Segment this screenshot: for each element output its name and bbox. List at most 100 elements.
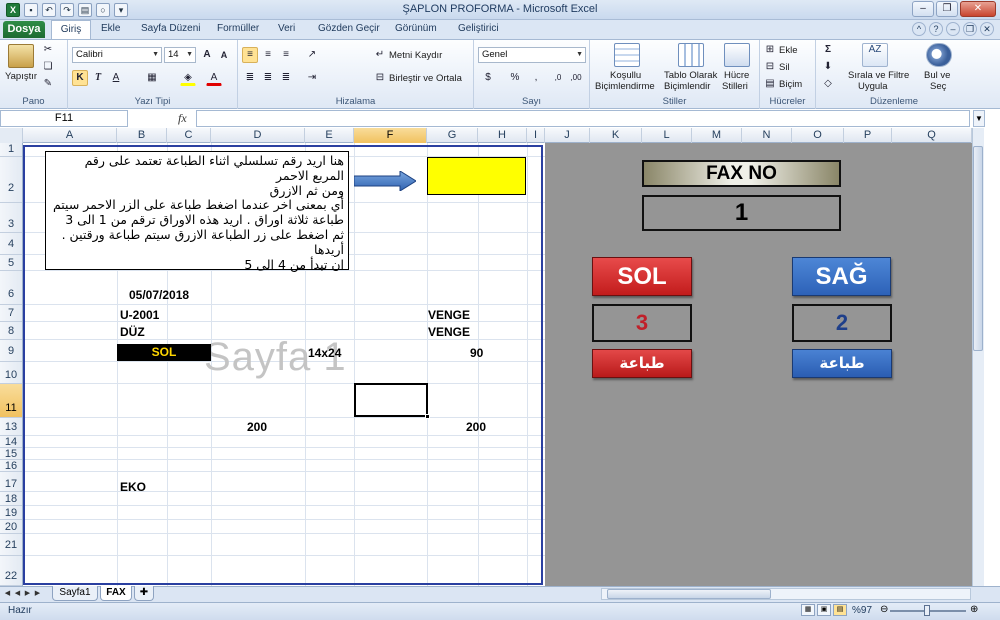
format-as-table-label-1[interactable]: Tablo Olarak — [664, 70, 717, 81]
percent-icon[interactable]: % — [507, 70, 523, 86]
row-header-5[interactable]: 5 — [0, 255, 22, 271]
tab-formulas[interactable]: Formüller — [217, 23, 259, 34]
conditional-formatting-label-2[interactable]: Biçimlendirme — [595, 81, 655, 92]
find-select-icon[interactable] — [926, 43, 952, 67]
close-icon[interactable]: ✕ — [960, 1, 996, 17]
fill-color-icon[interactable]: ◈ — [180, 70, 196, 86]
cell-sol[interactable]: SOL — [117, 344, 211, 361]
yellow-target-cell[interactable] — [427, 157, 526, 195]
paste-icon[interactable] — [8, 44, 34, 68]
format-cells-icon[interactable]: ▤ — [762, 76, 778, 92]
column-header-p[interactable]: P — [844, 128, 892, 143]
column-header-l[interactable]: L — [642, 128, 692, 143]
last-sheet-icon[interactable]: ▶ — [33, 588, 42, 600]
cell-styles-label-1[interactable]: Hücre — [724, 70, 749, 81]
format-cells-button[interactable]: Biçim — [779, 79, 802, 90]
column-header-j[interactable]: J — [545, 128, 590, 143]
column-header-k[interactable]: K — [590, 128, 642, 143]
insert-sheet-icon[interactable]: ✚ — [134, 586, 154, 601]
zoom-in-icon[interactable]: ⊕ — [970, 604, 978, 615]
row-header-7[interactable]: 7 — [0, 305, 22, 322]
column-header-o[interactable]: O — [792, 128, 844, 143]
tab-home[interactable]: Giriş — [51, 20, 91, 40]
grow-font-icon[interactable]: A — [199, 47, 215, 63]
zoom-level[interactable]: %97 — [852, 605, 872, 616]
font-name-select[interactable]: Calibri ▼ — [72, 47, 162, 63]
row-header-8[interactable]: 8 — [0, 322, 22, 340]
expand-formula-bar-icon[interactable]: ▼ — [973, 110, 985, 127]
row-header-1[interactable]: 1 — [0, 143, 22, 157]
row-header-19[interactable]: 19 — [0, 506, 22, 520]
cell-value-200-h[interactable]: 200 — [466, 420, 486, 434]
format-painter-icon[interactable]: ✎ — [40, 76, 56, 92]
tab-file[interactable]: Dosya — [3, 21, 45, 38]
tab-data[interactable]: Veri — [278, 23, 295, 34]
cell-venge-2[interactable]: VENGE — [428, 325, 470, 339]
workbook-close-icon[interactable]: ✕ — [980, 22, 994, 36]
row-header-15[interactable]: 15 — [0, 448, 22, 460]
page-break-preview-icon[interactable]: ▤ — [833, 604, 847, 616]
column-header-h[interactable]: H — [478, 128, 527, 143]
bold-icon[interactable]: K — [72, 70, 88, 86]
orientation-icon[interactable]: ↗ — [304, 47, 320, 63]
conditional-formatting-icon[interactable] — [614, 43, 640, 67]
first-sheet-icon[interactable]: ◀ — [3, 588, 12, 600]
row-header-21[interactable]: 21 — [0, 534, 22, 556]
column-header-d[interactable]: D — [211, 128, 305, 143]
next-sheet-icon[interactable]: ▶ — [23, 588, 32, 600]
column-header-a[interactable]: A — [23, 128, 117, 143]
merge-center-button[interactable]: Birleştir ve Ortala — [389, 73, 462, 84]
tab-review[interactable]: Gözden Geçir — [318, 23, 380, 34]
row-header-11[interactable]: 11 — [0, 384, 22, 418]
row-header-6[interactable]: 6 — [0, 271, 22, 305]
normal-view-icon[interactable]: ▦ — [801, 604, 815, 616]
row-header-3[interactable]: 3 — [0, 203, 22, 233]
row-header-10[interactable]: 10 — [0, 362, 22, 384]
column-header-e[interactable]: E — [305, 128, 354, 143]
insert-function-icon[interactable]: fx — [178, 111, 192, 125]
tab-developer[interactable]: Geliştirici — [458, 23, 499, 34]
insert-cells-icon[interactable]: ⊞ — [762, 42, 778, 58]
column-header-f[interactable]: F — [354, 128, 427, 143]
cell-eko[interactable]: EKO — [120, 480, 146, 494]
right-arrow-shape[interactable] — [354, 171, 416, 191]
cell-size[interactable]: 14x24 — [308, 346, 341, 360]
sort-filter-label-2[interactable]: Uygula — [858, 81, 888, 92]
fill-icon[interactable]: ⬇ — [820, 59, 836, 75]
align-bottom-icon[interactable]: ≡ — [278, 47, 294, 63]
wrap-text-icon[interactable]: ↵ — [372, 47, 388, 63]
help-icon[interactable]: ? — [929, 22, 943, 36]
horizontal-scroll-thumb[interactable] — [607, 589, 771, 599]
cell-venge-1[interactable]: VENGE — [428, 308, 470, 322]
sol-count-box[interactable]: 3 — [592, 304, 692, 342]
sheet-tab-fax[interactable]: FAX — [100, 586, 132, 601]
fill-handle[interactable] — [425, 414, 430, 419]
format-as-table-label-2[interactable]: Biçimlendir — [664, 81, 710, 92]
indent-icon[interactable]: ⇥ — [304, 70, 320, 86]
paste-button[interactable]: Yapıştır — [5, 71, 37, 82]
minimize-ribbon-icon[interactable]: ^ — [912, 22, 926, 36]
row-header-9[interactable]: 9 — [0, 340, 22, 362]
delete-cells-icon[interactable]: ⊟ — [762, 59, 778, 75]
cell-date[interactable]: 05/07/2018 — [129, 288, 189, 302]
page-layout-view-icon[interactable]: ▣ — [817, 604, 831, 616]
copy-icon[interactable]: ❏ — [40, 59, 56, 75]
row-header-4[interactable]: 4 — [0, 233, 22, 255]
column-header-q[interactable]: Q — [892, 128, 972, 143]
wrap-text-button[interactable]: Metni Kaydır — [389, 50, 442, 61]
row-header-18[interactable]: 18 — [0, 492, 22, 506]
align-right-icon[interactable]: ≣ — [278, 70, 294, 86]
column-header-c[interactable]: C — [167, 128, 211, 143]
select-all-corner[interactable] — [0, 128, 23, 143]
column-header-b[interactable]: B — [117, 128, 167, 143]
row-header-14[interactable]: 14 — [0, 436, 22, 448]
align-middle-icon[interactable]: ≡ — [260, 47, 276, 63]
row-header-17[interactable]: 17 — [0, 472, 22, 492]
red-print-button[interactable]: طباعة — [592, 349, 692, 378]
row-header-20[interactable]: 20 — [0, 520, 22, 534]
cell-value-200-d[interactable]: 200 — [247, 420, 267, 434]
row-header-16[interactable]: 16 — [0, 460, 22, 472]
sag-count-box[interactable]: 2 — [792, 304, 892, 342]
cell-styles-icon[interactable] — [724, 43, 750, 67]
underline-icon[interactable]: A — [108, 70, 124, 86]
